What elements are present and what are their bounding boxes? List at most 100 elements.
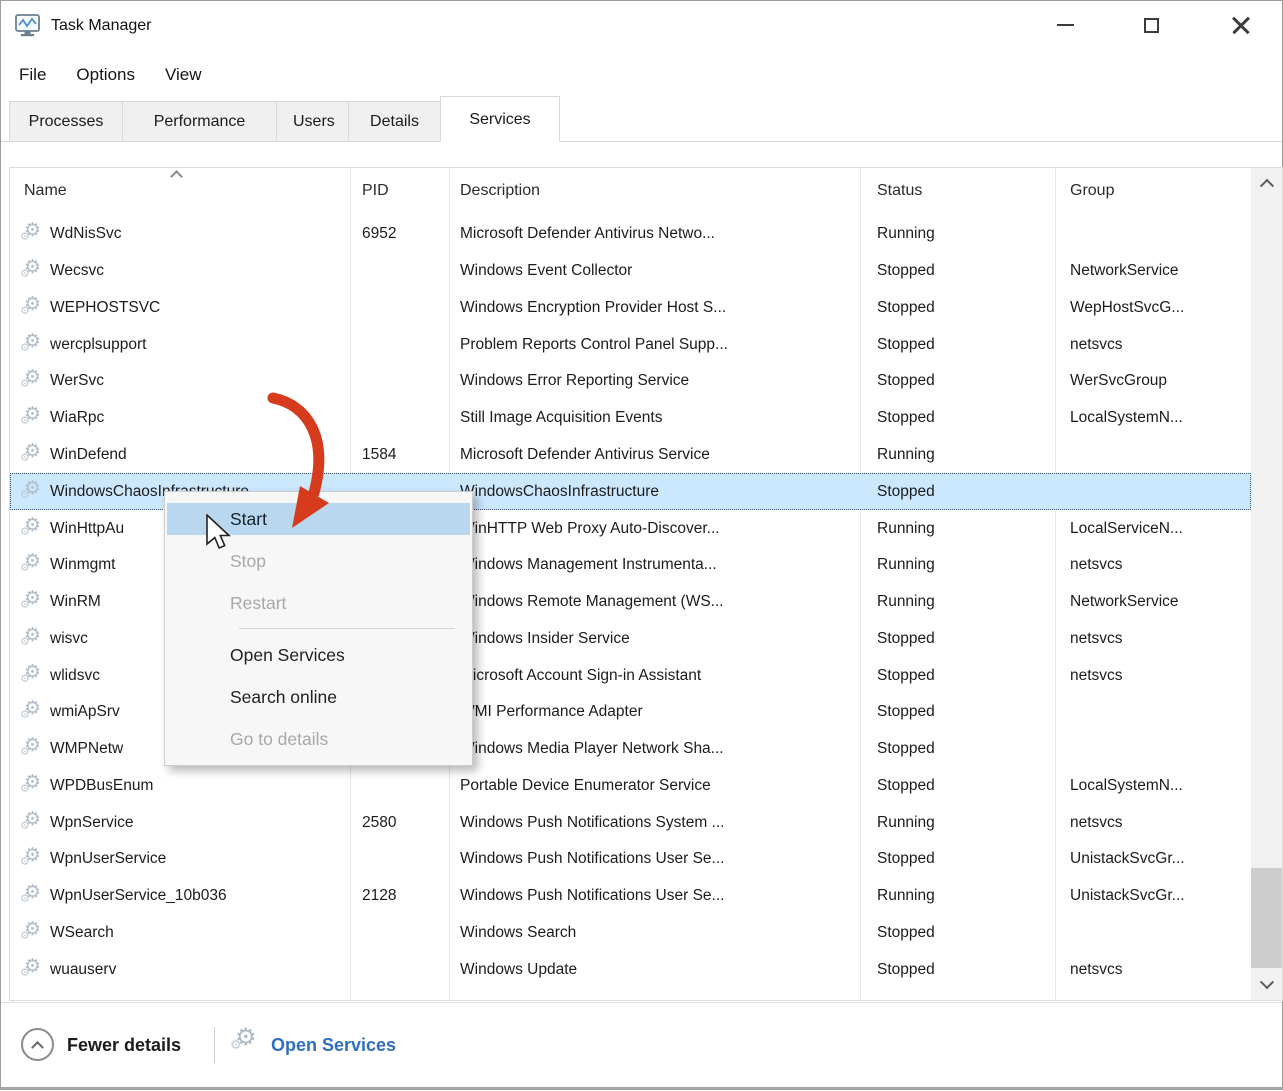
service-status: Stopped [877,924,935,942]
task-manager-window: { "window": { "title": "Task Manager" },… [0,0,1283,1090]
context-menu-item-open-services[interactable]: Open Services [167,634,470,676]
scroll-down-button[interactable] [1251,970,1282,1000]
minimize-button[interactable] [1039,1,1091,49]
column-header-name[interactable]: Name [24,182,67,200]
service-status: Running [877,446,935,464]
fewer-details-label[interactable]: Fewer details [67,1003,181,1088]
service-status: Stopped [877,409,935,427]
service-gear-icon [21,884,45,908]
menu-view[interactable]: View [161,63,206,87]
column-header-group[interactable]: Group [1070,182,1114,200]
minimize-icon [1057,24,1074,27]
service-name: Winmgmt [50,556,115,574]
service-name: WiaRpc [50,409,104,427]
service-row[interactable]: WpnUserService Windows Push Notification… [10,841,1251,878]
service-name: wuauserv [50,961,116,979]
column-header-status[interactable]: Status [877,182,922,200]
fewer-details-button[interactable] [21,1028,54,1061]
service-name: WinDefend [50,446,127,464]
service-status: Stopped [877,703,935,721]
context-menu-item-search-online[interactable]: Search online [167,676,470,718]
context-menu: StartStopRestartOpen ServicesSearch onli… [164,491,473,766]
service-group: netsvcs [1070,630,1123,648]
column-header-pid[interactable]: PID [362,182,389,200]
menu-file[interactable]: File [15,63,50,87]
service-group: LocalSystemN... [1070,777,1183,795]
maximize-icon [1144,18,1159,33]
menu-options[interactable]: Options [72,63,139,87]
service-description: Problem Reports Control Panel Supp... [460,336,728,354]
service-group: WepHostSvcG... [1070,299,1184,317]
service-status: Running [877,887,935,905]
vertical-scrollbar[interactable] [1251,168,1282,1000]
service-gear-icon [21,847,45,871]
context-menu-item-start[interactable]: Start [167,498,470,540]
window-title: Task Manager [51,1,152,51]
scroll-up-button[interactable] [1251,168,1282,198]
service-gear-icon [21,333,45,357]
service-row[interactable]: wuauserv Windows Update Stopped netsvcs [10,951,1251,988]
tab-users[interactable]: Users [276,101,349,142]
service-description: Microsoft Defender Antivirus Netwo... [460,225,715,243]
service-description: Windows Search [460,924,576,942]
service-row[interactable]: WerSvc Windows Error Reporting Service S… [10,363,1251,400]
service-group: netsvcs [1070,961,1123,979]
service-gear-icon [21,700,45,724]
service-row[interactable]: WinDefend 1584 Microsoft Defender Antivi… [10,437,1251,474]
scrollbar-thumb[interactable] [1251,868,1282,968]
service-group: netsvcs [1070,814,1123,832]
tab-performance[interactable]: Performance [122,101,277,142]
tab-details[interactable]: Details [348,101,441,142]
service-description: WindowsChaosInfrastructure [460,483,659,501]
service-description: Windows Remote Management (WS... [460,593,724,611]
chevron-up-icon [1259,179,1273,193]
tab-processes[interactable]: Processes [9,101,123,142]
service-description: WinHTTP Web Proxy Auto-Discover... [460,520,720,538]
service-row[interactable]: WiaRpc Still Image Acquisition Events St… [10,400,1251,437]
services-gear-icon [233,1021,263,1061]
service-row[interactable]: WEPHOSTSVC Windows Encryption Provider H… [10,290,1251,327]
service-gear-icon [21,958,45,982]
service-gear-icon [21,811,45,835]
service-row[interactable]: WpnService 2580 Windows Push Notificatio… [10,804,1251,841]
column-header-description[interactable]: Description [460,182,540,200]
service-description: Windows Push Notifications User Se... [460,887,724,905]
title-bar: Task Manager [1,1,1282,51]
open-services-link[interactable]: Open Services [271,1003,396,1088]
service-pid: 6952 [362,225,396,243]
close-button[interactable] [1215,1,1267,49]
service-group: WerSvcGroup [1070,372,1167,390]
service-status: Stopped [877,667,935,685]
service-description: Microsoft Defender Antivirus Service [460,446,710,464]
close-icon [1231,15,1251,35]
service-row[interactable]: WPDBusEnum Portable Device Enumerator Se… [10,767,1251,804]
service-row[interactable]: Wecsvc Windows Event Collector Stopped N… [10,253,1251,290]
service-description: Windows Insider Service [460,630,630,648]
service-name: wmiApSrv [50,703,120,721]
tab-services[interactable]: Services [440,96,560,142]
service-status: Stopped [877,850,935,868]
service-status: Stopped [877,372,935,390]
service-status: Running [877,556,935,574]
service-name: wlidsvc [50,667,100,685]
service-pid: 2128 [362,887,396,905]
footer-divider [214,1027,215,1063]
service-description: WMI Performance Adapter [460,703,643,721]
maximize-button[interactable] [1125,1,1177,49]
service-group: netsvcs [1070,336,1123,354]
service-description: Portable Device Enumerator Service [460,777,711,795]
context-menu-item-stop: Stop [167,540,470,582]
service-gear-icon [21,443,45,467]
service-description: Windows Event Collector [460,262,632,280]
service-row[interactable]: WdNisSvc 6952 Microsoft Defender Antivir… [10,216,1251,253]
service-row[interactable]: WSearch Windows Search Stopped [10,915,1251,952]
service-row[interactable]: wercplsupport Problem Reports Control Pa… [10,326,1251,363]
service-gear-icon [21,737,45,761]
service-group: LocalServiceN... [1070,520,1183,538]
service-group: NetworkService [1070,262,1179,280]
service-name: WpnService [50,814,134,832]
service-name: Wecsvc [50,262,104,280]
service-name: WdNisSvc [50,225,121,243]
service-name: WSearch [50,924,114,942]
service-row[interactable]: WpnUserService_10b036 2128 Windows Push … [10,878,1251,915]
